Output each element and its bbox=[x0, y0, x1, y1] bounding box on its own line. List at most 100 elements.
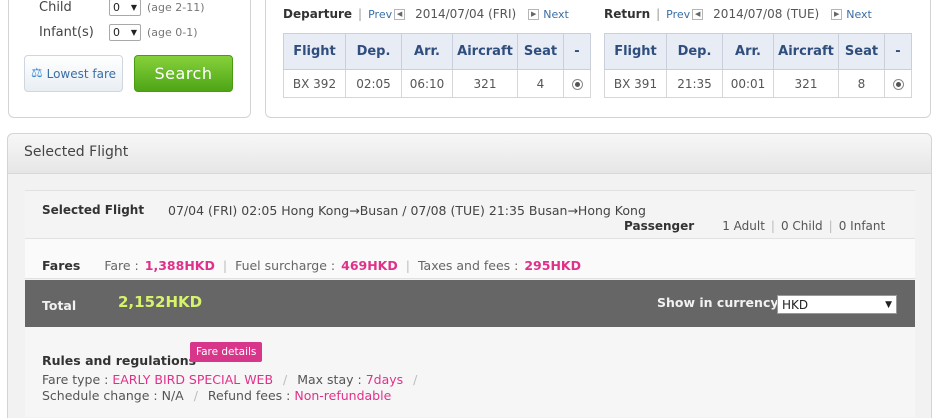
max-stay-value: 7days bbox=[365, 372, 404, 387]
return-leg: Return | Prev ◀ 2014/07/08 (TUE) ▶ Next Fl… bbox=[604, 4, 912, 98]
fare-tag-icon: ⚖ bbox=[30, 66, 43, 81]
infant-label: Infant(s) bbox=[39, 25, 94, 40]
departure-date: 2014/07/04 (FRI) bbox=[415, 7, 517, 21]
currency-label: Show in currency bbox=[657, 295, 779, 310]
fuel-surcharge-label: Fuel surcharge : bbox=[235, 258, 336, 273]
child-select[interactable]: 0 ▼ bbox=[109, 0, 141, 16]
fuel-surcharge-value: 469HKD bbox=[341, 258, 398, 273]
search-panel: Child 0 ▼ (age 2-11) Infant(s) 0 ▼ (age 0-… bbox=[8, 0, 251, 118]
total-label: Total bbox=[42, 298, 77, 313]
col-select: - bbox=[884, 33, 912, 70]
departure-leg: Departure | Prev ◀ 2014/07/04 (FRI) ▶ Next… bbox=[283, 4, 591, 98]
fare-value: 1,388HKD bbox=[144, 258, 215, 273]
table-row[interactable]: BX 392 02:05 06:10 321 4 bbox=[283, 69, 591, 98]
total-value: 2,152HKD bbox=[118, 293, 203, 311]
flights-panel: Departure | Prev ◀ 2014/07/04 (FRI) ▶ Next… bbox=[265, 0, 931, 118]
col-seat: Seat bbox=[838, 33, 885, 70]
col-select: - bbox=[563, 33, 591, 70]
table-header-row: Flight Dep. Arr. Aircraft Seat - bbox=[604, 33, 912, 70]
departure-flight-table: Flight Dep. Arr. Aircraft Seat - BX 392 … bbox=[283, 33, 591, 98]
arr-time: 00:01 bbox=[722, 69, 774, 98]
col-flight: Flight bbox=[283, 33, 346, 70]
select-cell bbox=[563, 69, 591, 98]
schedule-change-value: N/A bbox=[161, 388, 184, 403]
select-cell bbox=[884, 69, 912, 98]
passenger-summary: Passenger 1 Adult | 0 Child | 0 Infant bbox=[624, 219, 886, 233]
seats: 8 bbox=[838, 69, 885, 98]
chevron-right-icon: ▶ bbox=[528, 8, 540, 20]
fare-type-value: EARLY BIRD SPECIAL WEB bbox=[112, 372, 274, 387]
child-label: Child bbox=[39, 0, 72, 15]
fare-details-button[interactable]: Fare details bbox=[190, 342, 263, 362]
col-seat: Seat bbox=[517, 33, 564, 70]
aircraft: 321 bbox=[452, 69, 518, 98]
chevron-left-icon: ◀ bbox=[394, 8, 406, 20]
search-button[interactable]: Search bbox=[134, 55, 233, 92]
lowest-fare-label: Lowest fare bbox=[46, 66, 117, 81]
fares-row: Fares Fare : 1,388HKD | Fuel surcharge :… bbox=[25, 239, 915, 279]
currency-select[interactable]: HKD ▼ bbox=[777, 295, 897, 314]
refund-fees-value: Non-refundable bbox=[294, 388, 392, 403]
col-aircraft: Aircraft bbox=[773, 33, 839, 70]
lowest-fare-button[interactable]: ⚖ Lowest fare bbox=[24, 55, 123, 92]
currency-select-value: HKD bbox=[782, 297, 809, 312]
itinerary-text: 07/04 (FRI) 02:05 Hong Kong→Busan / 07/0… bbox=[168, 203, 646, 218]
chevron-down-icon: ▼ bbox=[130, 3, 137, 12]
return-header: Return | Prev ◀ 2014/07/08 (TUE) ▶ Next bbox=[604, 7, 872, 21]
child-count: 0 Child bbox=[780, 219, 823, 233]
selected-flight-header: Selected Flight bbox=[8, 134, 931, 174]
chevron-down-icon: ▼ bbox=[885, 299, 892, 310]
child-row: Child 0 ▼ (age 2-11) bbox=[39, 0, 205, 16]
search-button-label: Search bbox=[154, 64, 213, 83]
arr-time: 06:10 bbox=[401, 69, 453, 98]
departure-header: Departure | Prev ◀ 2014/07/04 (FRI) ▶ Next bbox=[283, 7, 569, 21]
flight-radio[interactable] bbox=[892, 78, 904, 90]
col-aircraft: Aircraft bbox=[452, 33, 518, 70]
chevron-left-icon: ◀ bbox=[692, 8, 704, 20]
child-select-value: 0 bbox=[113, 1, 120, 14]
infant-age-hint: (age 0-1) bbox=[147, 26, 198, 39]
max-stay-label: Max stay : bbox=[297, 372, 362, 387]
flight-radio[interactable] bbox=[571, 78, 583, 90]
return-title: Return bbox=[604, 7, 651, 21]
chevron-right-icon: ▶ bbox=[831, 8, 843, 20]
flight-number: BX 391 bbox=[604, 69, 667, 98]
passenger-label: Passenger bbox=[624, 219, 695, 233]
col-dep: Dep. bbox=[666, 33, 723, 70]
flight-number: BX 392 bbox=[283, 69, 346, 98]
col-dep: Dep. bbox=[345, 33, 402, 70]
rules-line-1: Fare type : EARLY BIRD SPECIAL WEB / Max… bbox=[42, 372, 418, 387]
return-prev-link[interactable]: Prev ◀ bbox=[666, 8, 707, 21]
dep-time: 21:35 bbox=[666, 69, 723, 98]
chevron-down-icon: ▼ bbox=[130, 28, 137, 37]
col-arr: Arr. bbox=[722, 33, 774, 70]
infant-count: 0 Infant bbox=[838, 219, 886, 233]
fare-label: Fare : bbox=[104, 258, 139, 273]
return-next-link[interactable]: ▶ Next bbox=[829, 8, 872, 21]
total-bar: Total 2,152HKD Show in currency HKD ▼ bbox=[25, 280, 915, 327]
aircraft: 321 bbox=[773, 69, 839, 98]
dep-time: 02:05 bbox=[345, 69, 402, 98]
departure-prev-link[interactable]: Prev ◀ bbox=[368, 8, 409, 21]
fare-type-label: Fare type : bbox=[42, 372, 109, 387]
schedule-change-label: Schedule change : bbox=[42, 388, 158, 403]
adult-count: 1 Adult bbox=[722, 219, 765, 233]
fares-title: Fares bbox=[42, 258, 81, 273]
infant-select[interactable]: 0 ▼ bbox=[109, 24, 141, 41]
taxes-label: Taxes and fees : bbox=[417, 258, 519, 273]
return-flight-table: Flight Dep. Arr. Aircraft Seat - BX 391 … bbox=[604, 33, 912, 98]
departure-title: Departure bbox=[283, 7, 353, 21]
child-age-hint: (age 2-11) bbox=[147, 1, 205, 14]
infant-select-value: 0 bbox=[113, 26, 120, 39]
table-header-row: Flight Dep. Arr. Aircraft Seat - bbox=[283, 33, 591, 70]
taxes-value: 295HKD bbox=[524, 258, 581, 273]
flight-summary: Selected Flight 07/04 (FRI) 02:05 Hong K… bbox=[25, 190, 915, 239]
rules-line-2: Schedule change : N/A / Refund fees : No… bbox=[42, 388, 392, 403]
infant-row: Infant(s) 0 ▼ (age 0-1) bbox=[39, 24, 198, 41]
departure-next-link[interactable]: ▶ Next bbox=[526, 8, 569, 21]
rules-section: Rules and regulations Fare details Fare … bbox=[25, 327, 915, 417]
col-flight: Flight bbox=[604, 33, 667, 70]
table-row[interactable]: BX 391 21:35 00:01 321 8 bbox=[604, 69, 912, 98]
summary-title: Selected Flight bbox=[42, 203, 145, 217]
rules-title: Rules and regulations bbox=[42, 353, 197, 368]
